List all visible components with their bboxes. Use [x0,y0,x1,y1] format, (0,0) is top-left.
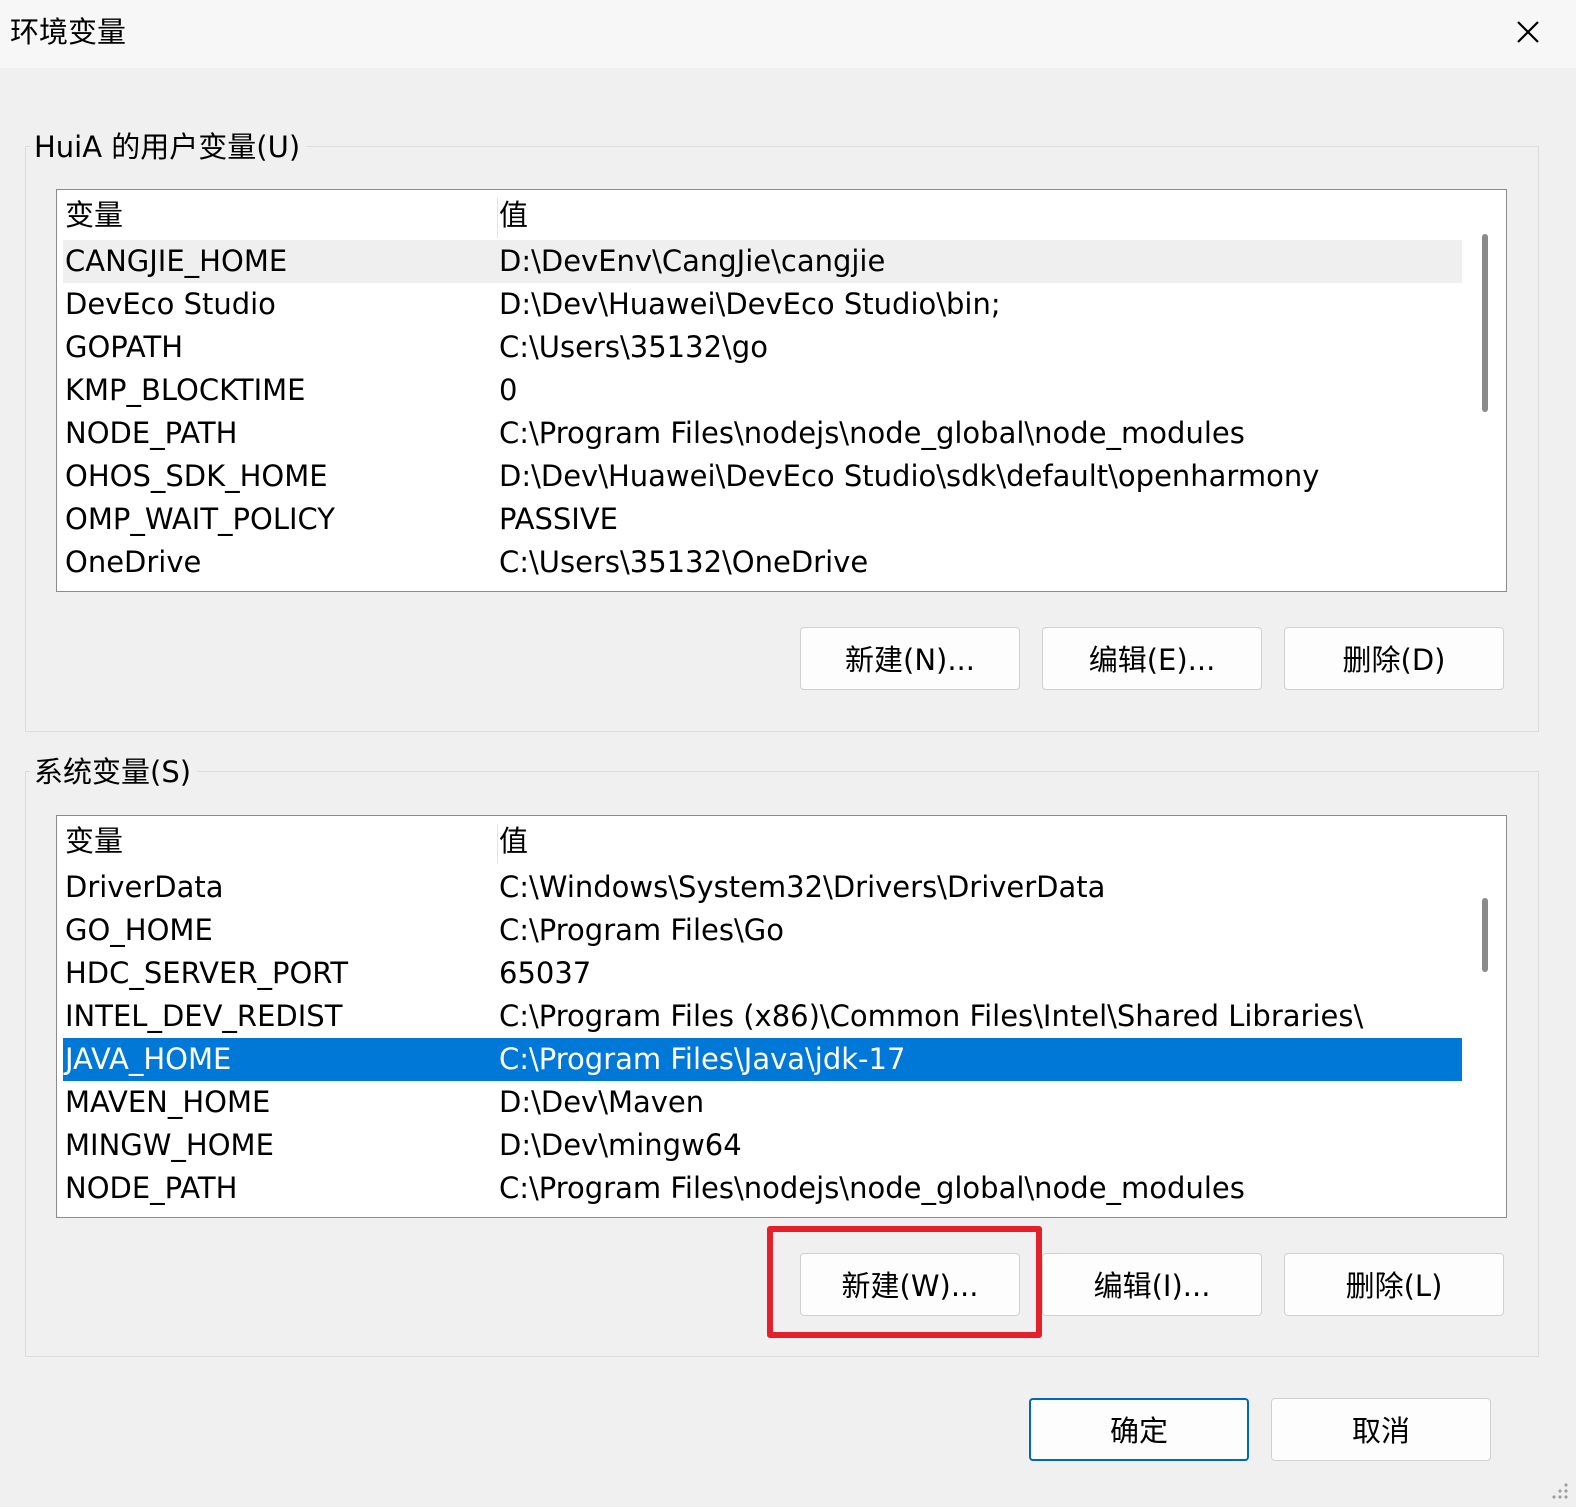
table-row[interactable]: HDC_SERVER_PORT 65037 [63,952,1463,995]
table-row[interactable]: NODE_PATH C:\Program Files\nodejs\node_g… [63,1167,1463,1210]
column-divider[interactable] [497,198,498,238]
table-row-selected[interactable]: JAVA_HOME C:\Program Files\Java\jdk-17 [63,1038,1463,1081]
table-row[interactable]: NODE_PATH C:\Program Files\nodejs\node_g… [63,412,1463,455]
row-name: OneDrive [65,545,202,579]
row-name: NODE_PATH [65,1171,238,1205]
header-variable[interactable]: 变量 [65,194,123,237]
row-value: C:\Program Files\Java\jdk-17 [499,1042,906,1076]
cancel-button[interactable]: 取消 [1271,1398,1491,1461]
system-list-scrollbar[interactable] [1462,816,1506,1217]
close-button[interactable] [1486,4,1570,60]
table-row[interactable]: OMP_WAIT_POLICY PASSIVE [63,498,1463,541]
table-row[interactable]: OneDrive C:\Users\35132\OneDrive [63,541,1463,584]
row-value: D:\Dev\Huawei\DevEco Studio\bin; [499,287,1001,321]
row-value: D:\Dev\Huawei\DevEco Studio\sdk\default\… [499,459,1320,493]
row-name: OHOS_SDK_HOME [65,459,328,493]
row-name: GO_HOME [65,913,213,947]
system-edit-button[interactable]: 编辑(I)... [1042,1253,1262,1316]
system-variables-list[interactable]: 变量 值 DriverData C:\Windows\System32\Driv… [56,815,1507,1218]
row-name: CANGJIE_HOME [65,244,288,278]
title-bar: 环境变量 [0,0,1576,68]
table-row[interactable]: DevEco Studio D:\Dev\Huawei\DevEco Studi… [63,283,1463,326]
list-header: 变量 值 [63,194,1463,238]
table-row[interactable]: CANGJIE_HOME D:\DevEnv\CangJie\cangjie [63,240,1463,283]
list-header: 变量 值 [63,820,1463,864]
row-name: KMP_BLOCKTIME [65,373,306,407]
row-value: C:\Program Files\nodejs\node_global\node… [499,1171,1245,1205]
row-name: DriverData [65,870,224,904]
row-value: 65037 [499,956,592,990]
table-row[interactable]: INTEL_DEV_REDIST C:\Program Files (x86)\… [63,995,1463,1038]
table-row[interactable]: OHOS_SDK_HOME D:\Dev\Huawei\DevEco Studi… [63,455,1463,498]
row-value: C:\Program Files (x86)\Common Files\Inte… [499,999,1364,1033]
header-variable[interactable]: 变量 [65,820,123,863]
row-name: JAVA_HOME [65,1042,232,1076]
row-name: OMP_WAIT_POLICY [65,502,336,536]
user-variables-label: HuiA 的用户变量(U) [30,127,307,167]
column-divider[interactable] [497,824,498,864]
system-variables-label: 系统变量(S) [30,752,198,792]
table-row[interactable]: DriverData C:\Windows\System32\Drivers\D… [63,866,1463,909]
row-value: C:\Users\35132\OneDrive [499,545,869,579]
user-delete-button[interactable]: 删除(D) [1284,627,1504,690]
system-delete-button[interactable]: 删除(L) [1284,1253,1504,1316]
user-variables-list[interactable]: 变量 值 CANGJIE_HOME D:\DevEnv\CangJie\cang… [56,189,1507,592]
scroll-thumb[interactable] [1482,234,1488,412]
user-new-button[interactable]: 新建(N)... [800,627,1020,690]
row-name: GOPATH [65,330,184,364]
window-title: 环境变量 [10,15,127,49]
table-row[interactable]: MAVEN_HOME D:\Dev\Maven [63,1081,1463,1124]
header-value[interactable]: 值 [499,194,528,237]
table-row[interactable]: MINGW_HOME D:\Dev\mingw64 [63,1124,1463,1167]
row-value: C:\Program Files\nodejs\node_global\node… [499,416,1245,450]
user-list-scrollbar[interactable] [1462,190,1506,591]
row-value: D:\DevEnv\CangJie\cangjie [499,244,886,278]
header-value[interactable]: 值 [499,820,528,863]
table-row[interactable]: GO_HOME C:\Program Files\Go [63,909,1463,952]
row-name: INTEL_DEV_REDIST [65,999,343,1033]
close-icon [1517,21,1539,43]
row-value: 0 [499,373,518,407]
row-name: NODE_PATH [65,416,238,450]
table-row[interactable]: GOPATH C:\Users\35132\go [63,326,1463,369]
row-name: MINGW_HOME [65,1128,274,1162]
row-name: MAVEN_HOME [65,1085,271,1119]
row-value: D:\Dev\mingw64 [499,1128,742,1162]
row-value: C:\Users\35132\go [499,330,768,364]
table-row[interactable]: KMP_BLOCKTIME 0 [63,369,1463,412]
row-value: D:\Dev\Maven [499,1085,705,1119]
user-edit-button[interactable]: 编辑(E)... [1042,627,1262,690]
row-name: HDC_SERVER_PORT [65,956,349,990]
ok-button[interactable]: 确定 [1029,1398,1249,1461]
row-value: C:\Program Files\Go [499,913,784,947]
resize-grip-icon[interactable] [1546,1477,1570,1501]
row-name: DevEco Studio [65,287,276,321]
scroll-thumb[interactable] [1482,898,1488,972]
row-value: PASSIVE [499,502,619,536]
annotation-highlight-box [767,1226,1042,1338]
row-value: C:\Windows\System32\Drivers\DriverData [499,870,1106,904]
